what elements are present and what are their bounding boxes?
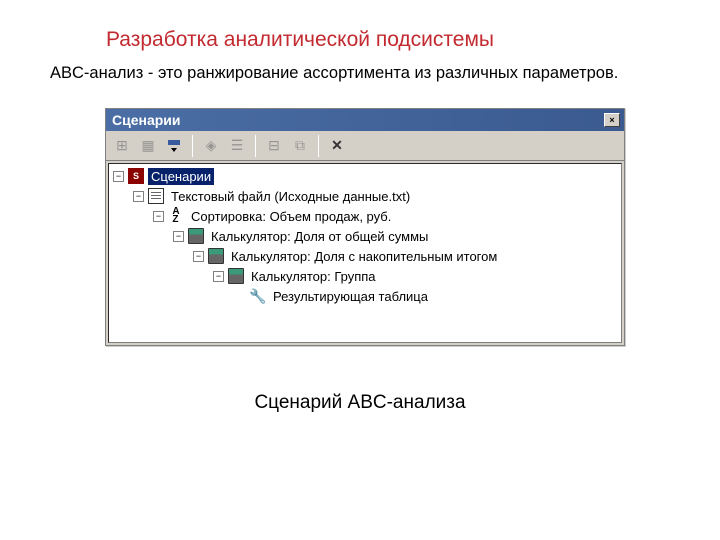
tree-node[interactable]: 🔧 Результирующая таблица (109, 286, 621, 306)
tree-node[interactable]: − Калькулятор: Доля от общей суммы (109, 226, 621, 246)
collapse-icon[interactable]: − (133, 191, 144, 202)
toolbar-separator (192, 135, 193, 157)
window-title: Сценарии (112, 112, 181, 128)
scenarios-icon: S (128, 168, 144, 184)
collapse-icon[interactable]: − (153, 211, 164, 222)
grid-icon[interactable]: ▦ (136, 134, 160, 158)
window-titlebar: Сценарии × (106, 109, 624, 131)
tree-node-label: Сценарии (148, 168, 214, 185)
sort-icon: AZ (168, 208, 184, 224)
tree-node-label: Результирующая таблица (270, 288, 431, 305)
tree-node-root[interactable]: − S Сценарии (109, 166, 621, 186)
tree-leaf-spacer (233, 291, 246, 302)
wrench-icon: 🔧 (250, 288, 266, 304)
tree-node[interactable]: − Калькулятор: Группа (109, 266, 621, 286)
tree-node[interactable]: − AZ Сортировка: Объем продаж, руб. (109, 206, 621, 226)
calculator-icon (188, 228, 204, 244)
tree-node-label: Текстовый файл (Исходные данные.txt) (168, 188, 413, 205)
hierarchy-icon[interactable]: ⊟ (262, 134, 286, 158)
close-button[interactable]: × (604, 113, 620, 127)
collapse-icon[interactable]: − (173, 231, 184, 242)
tree-node-label: Сортировка: Объем продаж, руб. (188, 208, 394, 225)
page-title: Разработка аналитической подсистемы (106, 28, 494, 52)
collapse-icon[interactable]: − (193, 251, 204, 262)
group-icon[interactable]: ⧉ (288, 134, 312, 158)
tree-icon[interactable]: ⊞ (110, 134, 134, 158)
list-icon[interactable]: ☰ (225, 134, 249, 158)
dropdown-icon[interactable] (162, 134, 186, 158)
toolbar: ⊞ ▦ ◈ ☰ ⊟ ⧉ ✕ (106, 131, 624, 161)
figure-caption: Сценарий ABC-анализа (0, 392, 720, 414)
cube-icon[interactable]: ◈ (199, 134, 223, 158)
tree-node-label: Калькулятор: Доля от общей суммы (208, 228, 431, 245)
tree-view: − S Сценарии − Текстовый файл (Исходные … (108, 163, 622, 343)
tree-node[interactable]: − Текстовый файл (Исходные данные.txt) (109, 186, 621, 206)
scenarios-window: Сценарии × ⊞ ▦ ◈ ☰ ⊟ ⧉ ✕ − S Сценарии − … (105, 108, 625, 346)
collapse-icon[interactable]: − (113, 171, 124, 182)
text-file-icon (148, 188, 164, 204)
tree-node-label: Калькулятор: Группа (248, 268, 379, 285)
page-subtitle: ABC-анализ - это ранжирование ассортимен… (50, 64, 618, 83)
collapse-icon[interactable]: − (213, 271, 224, 282)
calculator-icon (208, 248, 224, 264)
toolbar-separator (255, 135, 256, 157)
toolbar-separator (318, 135, 319, 157)
tree-node[interactable]: − Калькулятор: Доля с накопительным итог… (109, 246, 621, 266)
calculator-icon (228, 268, 244, 284)
tree-node-label: Калькулятор: Доля с накопительным итогом (228, 248, 500, 265)
delete-icon[interactable]: ✕ (325, 134, 349, 158)
